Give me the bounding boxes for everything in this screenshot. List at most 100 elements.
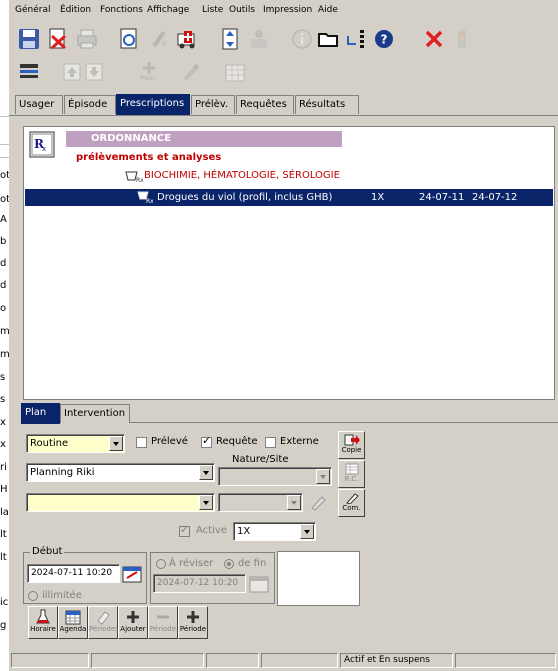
grid-icon bbox=[345, 463, 358, 475]
tab-usager[interactable]: Usager bbox=[15, 95, 63, 114]
tab-requetes[interactable]: Requêtes bbox=[236, 95, 294, 114]
save-icon[interactable] bbox=[15, 27, 43, 51]
left-fragment: s bbox=[0, 372, 6, 383]
menu-item-aide[interactable]: Aide bbox=[318, 5, 338, 15]
svg-text:x: x bbox=[42, 145, 46, 153]
frequency-select[interactable]: 1X bbox=[233, 522, 316, 541]
ajouter-button[interactable]: Ajouter bbox=[118, 606, 148, 639]
empty-dropdown-arrow[interactable] bbox=[199, 495, 213, 510]
debut-label: Début bbox=[30, 546, 65, 557]
rc-label: R.C. bbox=[344, 475, 359, 483]
antibiotic-icon[interactable] bbox=[145, 27, 173, 51]
selected-item-name[interactable]: Drogues du viol (profil, inclus GHB) bbox=[157, 192, 332, 203]
nature-site-dropdown-arrow[interactable] bbox=[316, 469, 330, 484]
tab-prescriptions[interactable]: Prescriptions bbox=[116, 94, 190, 115]
nature-site-select[interactable] bbox=[218, 467, 332, 486]
active-checkbox[interactable] bbox=[179, 524, 190, 537]
minus-icon bbox=[157, 615, 169, 619]
illimitee-radio[interactable] bbox=[28, 591, 38, 601]
prelevements-subheader[interactable]: prélèvements et analyses bbox=[76, 152, 221, 163]
planning-dropdown-arrow[interactable] bbox=[199, 465, 213, 480]
rc-button[interactable]: R.C. bbox=[338, 460, 365, 488]
down-arrow-icon[interactable] bbox=[80, 60, 108, 84]
tab-episode[interactable]: Épisode bbox=[64, 95, 116, 114]
ajouter-label: Ajouter bbox=[120, 625, 146, 633]
test-tube-icon: Rx bbox=[125, 170, 144, 185]
traffic-light-icon[interactable] bbox=[448, 27, 476, 51]
menu-item-impression[interactable]: Impression bbox=[263, 5, 312, 15]
menu-item-edition[interactable]: Édition bbox=[60, 5, 91, 15]
planning-select[interactable]: Planning Riki bbox=[26, 463, 215, 482]
fin-calendar-icon[interactable] bbox=[249, 575, 269, 596]
debut-input[interactable]: 2024-07-11 10:20 bbox=[27, 564, 120, 583]
notes-box[interactable] bbox=[277, 551, 360, 606]
sort-icon[interactable] bbox=[342, 27, 370, 51]
close-icon[interactable] bbox=[420, 27, 448, 51]
debut-calendar-icon[interactable] bbox=[122, 565, 142, 586]
comment-pencil-icon bbox=[345, 493, 359, 504]
resize-vertical-icon[interactable] bbox=[216, 27, 244, 51]
active-label: Active bbox=[196, 525, 227, 536]
status-cell bbox=[91, 653, 204, 668]
users-icon[interactable] bbox=[245, 27, 273, 51]
externe-checkbox[interactable] bbox=[265, 437, 276, 448]
com-button[interactable]: Com. bbox=[338, 489, 365, 517]
subtab-plan[interactable]: Plan bbox=[21, 403, 60, 424]
edit-pencil-icon[interactable] bbox=[309, 494, 327, 514]
status-cell bbox=[11, 653, 89, 668]
empty-select[interactable] bbox=[26, 493, 215, 512]
list-icon[interactable] bbox=[15, 60, 43, 84]
refresh-document-icon[interactable] bbox=[115, 27, 143, 51]
delete-document-icon[interactable] bbox=[44, 27, 72, 51]
priority-dropdown-arrow[interactable] bbox=[109, 436, 123, 451]
folder-icon[interactable] bbox=[314, 27, 342, 51]
requete-checkbox[interactable] bbox=[201, 435, 212, 448]
horaire-button[interactable]: Horaire bbox=[28, 606, 58, 639]
status-cell bbox=[261, 653, 338, 668]
copie-button[interactable]: Copie bbox=[338, 431, 365, 459]
prescription-tree[interactable]: Rx ORDONNANCE prélèvements et analyses R… bbox=[23, 126, 555, 400]
com-label: Com. bbox=[342, 504, 361, 512]
left-fragment: o bbox=[0, 303, 7, 314]
disabled-dropdown-arrow[interactable] bbox=[287, 495, 301, 510]
priority-select[interactable]: Routine bbox=[26, 434, 125, 453]
disabled-select[interactable] bbox=[218, 493, 303, 512]
remove-periode-button[interactable]: Période bbox=[148, 606, 178, 639]
eraser-icon bbox=[97, 611, 110, 625]
a-reviser-label: À réviser bbox=[169, 558, 214, 569]
ordonnance-header[interactable]: ORDONNANCE bbox=[91, 133, 171, 144]
left-fragment: b bbox=[0, 236, 7, 247]
menu-item-liste[interactable]: Liste bbox=[202, 5, 223, 15]
de-fin-radio[interactable] bbox=[224, 559, 234, 569]
menu-item-general[interactable]: Général bbox=[15, 5, 50, 15]
info-icon[interactable] bbox=[288, 27, 316, 51]
add-periode-button[interactable]: Période bbox=[178, 606, 208, 639]
tab-prelev[interactable]: Prélèv. bbox=[191, 95, 235, 114]
help-icon[interactable]: ? bbox=[370, 27, 398, 51]
frequency-dropdown-arrow[interactable] bbox=[300, 524, 314, 539]
print-icon[interactable] bbox=[73, 27, 101, 51]
priority-value: Routine bbox=[30, 438, 69, 449]
add-syringe-icon[interactable] bbox=[178, 60, 206, 84]
fin-input[interactable]: 2024-07-12 10:20 bbox=[153, 574, 246, 593]
subtab-intervention[interactable]: Intervention bbox=[60, 404, 130, 423]
category-biochimie[interactable]: BIOCHIMIE, HÉMATOLOGIE, SÉROLOGIE bbox=[144, 170, 340, 181]
add-presc-icon[interactable]: Presc. bbox=[135, 59, 163, 83]
menu-item-affichage[interactable]: Affichage bbox=[147, 5, 189, 15]
preleve-checkbox[interactable] bbox=[136, 437, 147, 448]
selected-item-end: 24-07-12 bbox=[472, 192, 518, 203]
ambulance-icon[interactable] bbox=[174, 27, 202, 51]
drug-item-icon: Rx bbox=[137, 190, 154, 207]
periodes-button[interactable]: Périodes bbox=[88, 606, 119, 639]
menu-item-fonctions[interactable]: Fonctions bbox=[100, 5, 143, 15]
add-grid-icon[interactable] bbox=[221, 60, 249, 84]
status-bar: Actif et En suspens bbox=[9, 651, 558, 671]
left-fragment: A bbox=[0, 214, 7, 225]
agenda-button[interactable]: Agenda bbox=[58, 606, 88, 639]
tab-resultats[interactable]: Résultats bbox=[295, 95, 359, 114]
left-fragment: x bbox=[0, 417, 6, 428]
menu-item-outils[interactable]: Outils bbox=[229, 5, 255, 15]
status-cell bbox=[206, 653, 259, 668]
periodes-label: Périodes bbox=[89, 625, 119, 633]
a-reviser-radio[interactable] bbox=[156, 559, 166, 569]
